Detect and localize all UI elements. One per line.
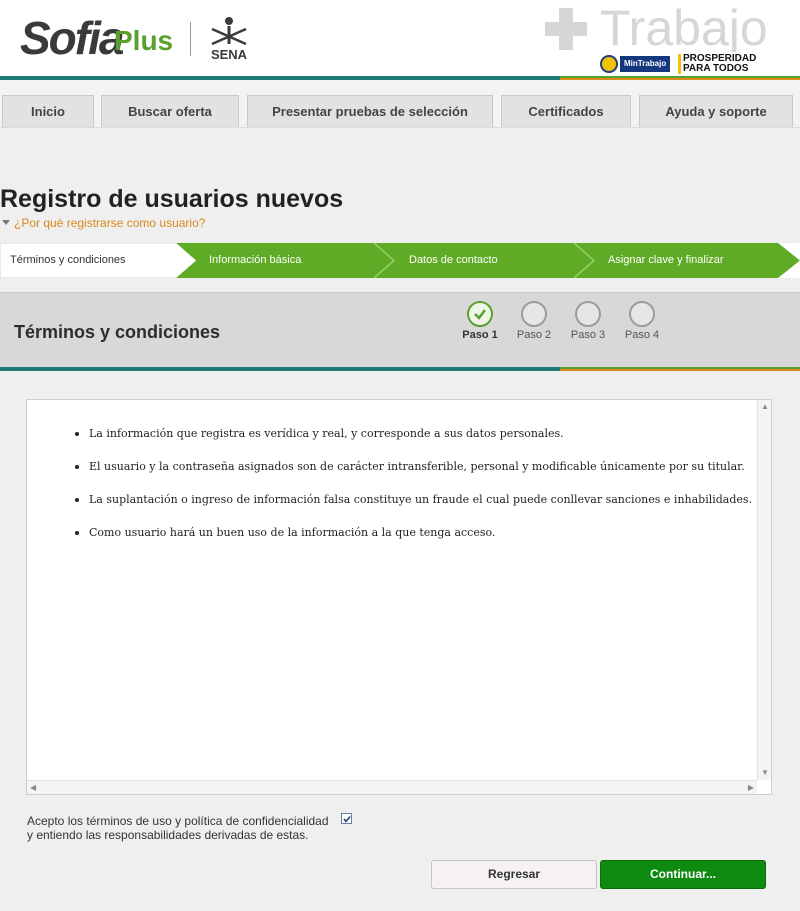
scroll-down-icon[interactable]: ▼	[761, 768, 769, 778]
consent-label: Acepto los términos de uso y política de…	[27, 814, 337, 842]
section-header: Términos y condiciones Paso 1 Paso 2 Pas…	[0, 292, 800, 368]
sofia-logo-text: Sofia	[20, 12, 124, 64]
main-nav: Inicio Buscar oferta Presentar pruebas d…	[0, 80, 800, 128]
step-3-label: Paso 3	[570, 329, 606, 341]
mintrabajo-badge: MinTrabajo	[620, 56, 671, 72]
vertical-scrollbar[interactable]: ▲ ▼	[757, 400, 771, 780]
mintrabajo-banner: MinTrabajo PROSPERIDAD PARA TODOS	[322, 52, 800, 78]
plus-icon	[542, 6, 590, 52]
prosperidad-text: PROSPERIDAD PARA TODOS	[678, 54, 774, 74]
nav-item-presentar-pruebas[interactable]: Presentar pruebas de selección	[247, 95, 493, 127]
trabajo-watermark: Trabajo	[600, 0, 768, 56]
step-3-circle-icon	[575, 301, 601, 327]
wizard-steps: Términos y condiciones Información básic…	[0, 243, 800, 278]
colombia-shield-icon	[600, 55, 618, 73]
triangle-down-icon	[2, 220, 10, 226]
nav-item-buscar-oferta[interactable]: Buscar oferta	[101, 95, 239, 127]
header-divider-green	[560, 76, 800, 78]
consent-line-1: Acepto los términos de uso y política de…	[27, 814, 329, 828]
continue-button[interactable]: Continuar...	[600, 860, 766, 889]
terms-item: El usuario y la contraseña asignados son…	[75, 459, 775, 475]
checkmark-icon	[343, 816, 351, 823]
wizard-step-terminos: Términos y condiciones	[10, 254, 126, 266]
consent-checkbox[interactable]	[341, 813, 352, 824]
horizontal-scrollbar[interactable]: ◀ ▶	[27, 780, 757, 794]
scroll-left-icon[interactable]: ◀	[30, 783, 36, 793]
section-divider-teal	[0, 367, 560, 371]
nav-item-inicio[interactable]: Inicio	[2, 95, 94, 127]
scroll-up-icon[interactable]: ▲	[761, 402, 769, 412]
why-register-link[interactable]: ¿Por qué registrarse como usuario?	[0, 215, 205, 231]
wizard-step-informacion: Información básica	[209, 254, 302, 266]
nav-item-ayuda-soporte[interactable]: Ayuda y soporte	[639, 95, 793, 127]
step-1-label: Paso 1	[462, 329, 498, 341]
nav-item-certificados[interactable]: Certificados	[501, 95, 631, 127]
step-1-check-icon	[467, 301, 493, 327]
sena-logo: SENA	[202, 14, 256, 62]
why-register-link-text: ¿Por qué registrarse como usuario?	[14, 216, 206, 230]
sena-logo-text: SENA	[211, 47, 248, 62]
step-4-circle-icon	[629, 301, 655, 327]
terms-scroll-box[interactable]: La información que registra es verídica …	[26, 399, 772, 795]
site-header: Sofia Plus SENA Trabajo MinTrabajo PROSP…	[0, 0, 800, 80]
step-4-label: Paso 4	[624, 329, 660, 341]
page-title: Registro de usuarios nuevos	[0, 185, 344, 213]
logo-separator	[190, 22, 191, 56]
terms-item: La suplantación o ingreso de información…	[75, 492, 775, 508]
wizard-step-contacto: Datos de contacto	[409, 254, 498, 266]
step-2-circle-icon	[521, 301, 547, 327]
section-divider-green	[560, 367, 800, 369]
terms-item: Como usuario hará un buen uso de la info…	[75, 525, 775, 541]
terms-item: La información que registra es verídica …	[75, 426, 775, 442]
step-2-label: Paso 2	[516, 329, 552, 341]
wizard-step-clave: Asignar clave y finalizar	[608, 254, 724, 266]
plus-logo-text: Plus	[114, 25, 174, 56]
section-title: Términos y condiciones	[14, 322, 221, 342]
back-button[interactable]: Regresar	[431, 860, 597, 889]
scroll-right-icon[interactable]: ▶	[748, 783, 754, 793]
consent-line-2: y entiendo las responsabilidades derivad…	[27, 828, 309, 842]
